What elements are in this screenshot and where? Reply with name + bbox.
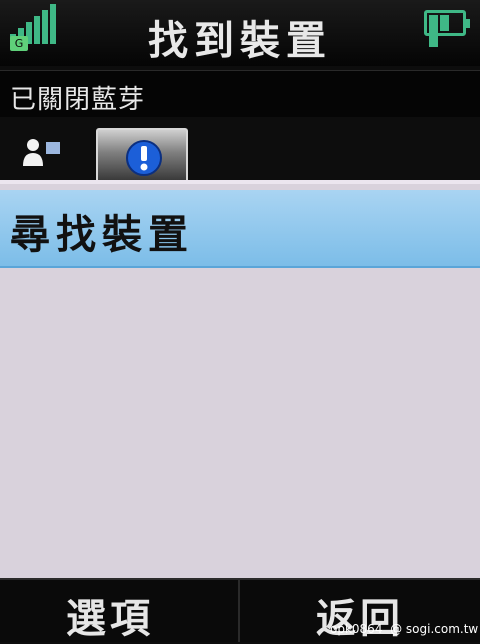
- tab-contacts[interactable]: [8, 128, 88, 180]
- bluetooth-status-text: 已關閉藍芽: [10, 85, 146, 115]
- softkey-bar: 選項 返回 opk0864 @ sogi.com.tw: [0, 578, 480, 642]
- title-bar: G 找到裝置: [0, 0, 480, 66]
- list-item-label: 尋找裝置: [10, 211, 194, 258]
- list-area: 尋找裝置: [0, 180, 480, 582]
- info-icon: [126, 140, 162, 176]
- bluetooth-status-bar: 已關閉藍芽: [0, 70, 480, 117]
- list-item-find-devices[interactable]: 尋找裝置: [0, 190, 480, 268]
- watermark-site: @ sogi.com.tw: [390, 622, 479, 636]
- page-title: 找到裝置: [148, 17, 332, 64]
- tab-info[interactable]: [96, 128, 188, 180]
- contacts-icon: [23, 139, 60, 166]
- watermark-user: opk0864: [330, 622, 383, 636]
- watermark: opk0864 @ sogi.com.tw: [330, 620, 478, 638]
- options-softkey[interactable]: 選項: [66, 586, 154, 644]
- softkey-divider: [238, 580, 240, 642]
- battery-full-icon: [424, 10, 470, 47]
- tab-strip: [0, 122, 480, 180]
